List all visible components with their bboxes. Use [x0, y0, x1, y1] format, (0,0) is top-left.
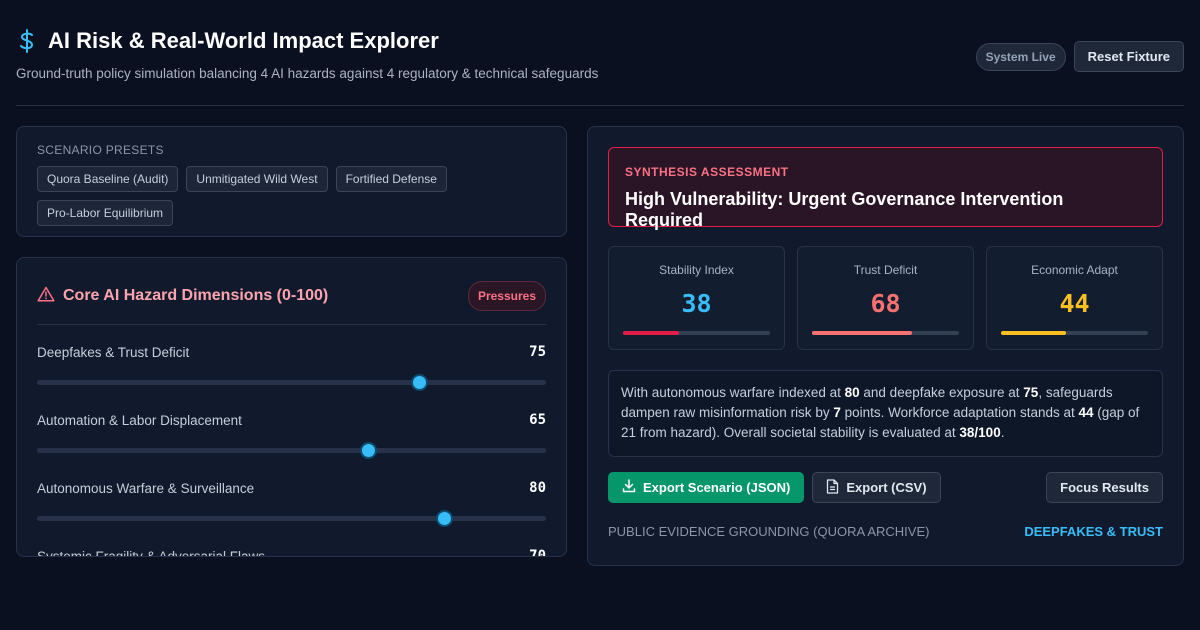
hazard-slider-track[interactable] [37, 374, 546, 391]
narrative-value: 7 [833, 405, 841, 420]
preset-unmitigated-wild-west[interactable]: Unmitigated Wild West [186, 166, 328, 192]
metric-value: 68 [870, 289, 901, 318]
synthesis-verdict: High Vulnerability: Urgent Governance In… [625, 189, 1064, 230]
synthesis-assessment-card: SYNTHESIS ASSESSMENT High Vulnerability:… [608, 147, 1163, 230]
pressures-badge: Pressures [467, 281, 546, 311]
narrative-text: With autonomous warfare indexed at [621, 385, 845, 400]
focus-results-button[interactable]: Focus Results [1046, 472, 1163, 503]
download-icon [622, 479, 636, 496]
metric-bar-fill [623, 331, 679, 335]
hazard-slider-thumb[interactable] [410, 374, 428, 391]
metric-bar [1001, 331, 1148, 335]
narrative-value: 80 [844, 385, 860, 400]
export-csv-label: Export (CSV) [846, 480, 927, 495]
metrics-row: Stability Index 38 Trust Deficit 68 Econ… [608, 246, 1163, 350]
hazard-slider-label: Deepfakes & Trust Deficit [37, 345, 190, 360]
preset-quora-baseline[interactable]: Quora Baseline (Audit) [37, 166, 179, 192]
hazard-slider-label: Automation & Labor Displacement [37, 413, 242, 428]
hazard-slider-row: Deepfakes & Trust Deficit 75 [37, 325, 546, 393]
hazard-slider-track[interactable] [37, 510, 546, 527]
narrative-value: 75 [1023, 385, 1039, 400]
preset-chips: Quora Baseline (Audit) Unmitigated Wild … [37, 166, 487, 226]
file-icon [826, 478, 839, 497]
hazard-dimensions-panel: Core AI Hazard Dimensions (0-100) Pressu… [16, 257, 567, 557]
hazard-slider-value: 75 [529, 344, 546, 360]
export-json-button[interactable]: Export Scenario (JSON) [608, 472, 805, 503]
app-header: AI Risk & Real-World Impact Explorer Gro… [16, 28, 1184, 106]
narrative-value: 38/100 [959, 425, 1001, 440]
evidence-topic-link[interactable]: DEEPFAKES & TRUST [1024, 524, 1163, 539]
narrative-text: and deepfake exposure at [859, 385, 1024, 400]
metric-economic-adapt: Economic Adapt 44 [986, 246, 1163, 350]
hazard-slider-track[interactable] [37, 442, 546, 459]
metric-bar [623, 331, 770, 335]
metric-value: 38 [681, 289, 712, 318]
export-csv-button[interactable]: Export (CSV) [812, 472, 941, 503]
narrative-text: . [1000, 425, 1005, 440]
narrative-text: points. Workforce adaptation stands at [840, 405, 1079, 420]
hazard-slider-label: Autonomous Warfare & Surveillance [37, 481, 255, 496]
hazard-slider-thumb[interactable] [359, 442, 377, 459]
metric-bar-fill [812, 331, 912, 335]
evidence-label: PUBLIC EVIDENCE GROUNDING (QUORA ARCHIVE… [608, 524, 930, 539]
metric-trust-deficit: Trust Deficit 68 [797, 246, 974, 350]
hazard-slider-label: Systemic Fragility & Adversarial Flaws [37, 549, 266, 557]
header-actions: System Live Reset Fixture [975, 41, 1184, 72]
metric-label: Trust Deficit [853, 263, 918, 277]
narrative-value: 44 [1078, 405, 1094, 420]
hazard-panel-title: Core AI Hazard Dimensions (0-100) [63, 287, 329, 304]
reset-fixture-button[interactable]: Reset Fixture [1073, 41, 1184, 72]
scenario-presets-panel: SCENARIO PRESETS Quora Baseline (Audit) … [16, 126, 567, 237]
hazard-slider-row: Autonomous Warfare & Surveillance 80 [37, 461, 546, 529]
hazard-slider-thumb[interactable] [436, 510, 454, 527]
metric-label: Economic Adapt [1031, 263, 1118, 277]
export-json-label: Export Scenario (JSON) [643, 480, 791, 495]
hazard-title-wrap: Core AI Hazard Dimensions (0-100) [37, 286, 328, 307]
results-panel: SYNTHESIS ASSESSMENT High Vulnerability:… [587, 126, 1184, 566]
hazard-slider-row: Systemic Fragility & Adversarial Flaws 7… [37, 529, 546, 557]
hazard-slider-row: Automation & Labor Displacement 65 [37, 393, 546, 461]
synthesis-label: SYNTHESIS ASSESSMENT [625, 165, 789, 179]
system-status-badge: System Live [975, 42, 1066, 71]
metric-label: Stability Index [659, 263, 734, 277]
page-title: AI Risk & Real-World Impact Explorer [48, 28, 439, 53]
metric-value: 44 [1059, 289, 1090, 318]
narrative-summary: With autonomous warfare indexed at 80 an… [608, 370, 1163, 457]
warning-triangle-icon [37, 286, 55, 307]
evidence-header: PUBLIC EVIDENCE GROUNDING (QUORA ARCHIVE… [608, 524, 1163, 539]
hazard-panel-header: Core AI Hazard Dimensions (0-100) Pressu… [37, 278, 546, 325]
metric-bar [812, 331, 959, 335]
dollar-icon [16, 28, 38, 54]
hazard-slider-value: 65 [529, 412, 546, 428]
preset-fortified-defense[interactable]: Fortified Defense [335, 166, 447, 192]
metric-bar-fill [1001, 331, 1066, 335]
presets-label: SCENARIO PRESETS [37, 143, 164, 157]
preset-pro-labor-equilibrium[interactable]: Pro-Labor Equilibrium [37, 200, 174, 226]
export-actions: Export Scenario (JSON) Export (CSV) Focu… [608, 472, 1163, 503]
hazard-slider-value: 70 [529, 548, 546, 557]
hazard-slider-value: 80 [529, 480, 546, 496]
metric-stability-index: Stability Index 38 [608, 246, 785, 350]
